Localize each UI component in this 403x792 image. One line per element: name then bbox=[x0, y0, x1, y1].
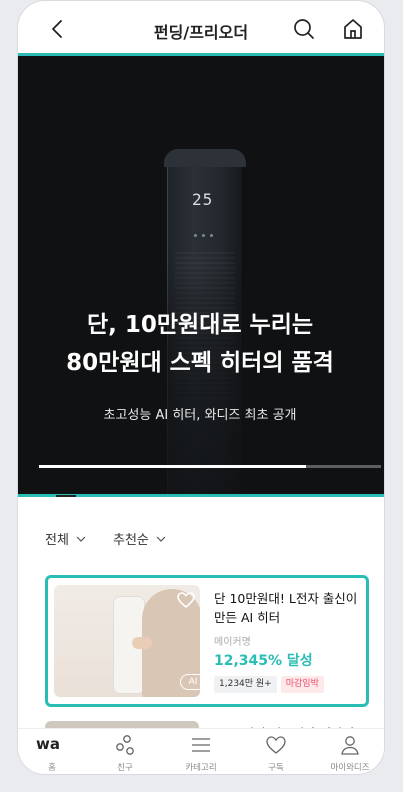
achievement-rate: 12,345% 달성 bbox=[214, 653, 313, 669]
tab-indicator bbox=[56, 495, 76, 497]
search-icon bbox=[294, 19, 314, 39]
chevron-down-icon bbox=[156, 536, 166, 542]
maker-name: 메이커명 bbox=[214, 637, 251, 648]
hero-subtitle: 초고성능 AI 히터, 와디즈 최초 공개 bbox=[103, 408, 297, 423]
hero-title-line2: 80만원대 스펙 히터의 품격 bbox=[66, 350, 334, 376]
nav-friends-label: 친구 bbox=[117, 763, 133, 773]
product-card[interactable]: AI 단 10만원대! L전자 출신이 만든 AI 히터 메이커명 12,345… bbox=[45, 575, 369, 707]
nav-friends[interactable]: 친구 bbox=[95, 729, 155, 774]
top-header: 펀딩/프리오더 bbox=[18, 1, 384, 59]
hero-progress-fill bbox=[39, 465, 306, 468]
nav-category-label: 카테고리 bbox=[185, 763, 217, 773]
ai-badge: AI bbox=[180, 674, 200, 690]
bottom-nav: wa 홈 친구 카테고리 구독 마이와디즈 bbox=[18, 728, 384, 774]
hero-title: 단, 10만원대로 누리는 80만원대 스펙 히터의 품격 bbox=[18, 306, 384, 382]
friends-icon bbox=[116, 735, 134, 755]
product-tags: 1,234만 원+ 마감임박 bbox=[214, 676, 324, 693]
phone-frame: 펀딩/프리오더 25 단, 10만원대로 누리는 80만원대 스펙 히터의 품격… bbox=[17, 0, 385, 775]
nav-my-label: 마이와디즈 bbox=[330, 763, 370, 773]
nav-subscribe-label: 구독 bbox=[268, 763, 284, 773]
user-icon bbox=[341, 736, 359, 755]
amount-tag: 1,234만 원+ bbox=[214, 676, 277, 693]
nav-category[interactable]: 카테고리 bbox=[171, 729, 231, 774]
heater-cap bbox=[164, 149, 246, 167]
hero-title-line1: 단, 10만원대로 누리는 bbox=[86, 312, 314, 338]
chevron-down-icon bbox=[76, 536, 86, 542]
wadiz-logo: wa bbox=[36, 735, 60, 753]
wishlist-button[interactable] bbox=[176, 590, 196, 610]
nav-home[interactable]: wa 홈 bbox=[22, 729, 82, 774]
product-title: 단 10만원대! L전자 출신이 만든 AI 히터 bbox=[214, 591, 358, 625]
deadline-tag: 마감임박 bbox=[280, 676, 324, 693]
nav-home-label: 홈 bbox=[48, 763, 56, 773]
home-button[interactable] bbox=[339, 15, 367, 43]
nav-subscribe[interactable]: 구독 bbox=[246, 729, 306, 774]
sort-label: 추천순 bbox=[113, 533, 149, 548]
heater-display: 25 bbox=[192, 190, 214, 209]
thumb-hand bbox=[132, 637, 152, 649]
filter-all-dropdown[interactable]: 전체 bbox=[45, 529, 87, 548]
search-button[interactable] bbox=[290, 15, 318, 43]
heater-buttons bbox=[194, 222, 224, 237]
filter-all-label: 전체 bbox=[45, 533, 69, 548]
page-title: 펀딩/프리오더 bbox=[153, 23, 249, 42]
hero-progress-bar bbox=[39, 465, 381, 468]
heart-icon bbox=[266, 736, 286, 754]
nav-my[interactable]: 마이와디즈 bbox=[320, 729, 380, 774]
hero-banner[interactable]: 25 단, 10만원대로 누리는 80만원대 스펙 히터의 품격 초고성능 AI… bbox=[18, 53, 384, 497]
heart-icon bbox=[177, 592, 195, 609]
sort-dropdown[interactable]: 추천순 bbox=[113, 529, 167, 548]
menu-icon bbox=[192, 738, 210, 752]
home-icon bbox=[344, 19, 362, 39]
